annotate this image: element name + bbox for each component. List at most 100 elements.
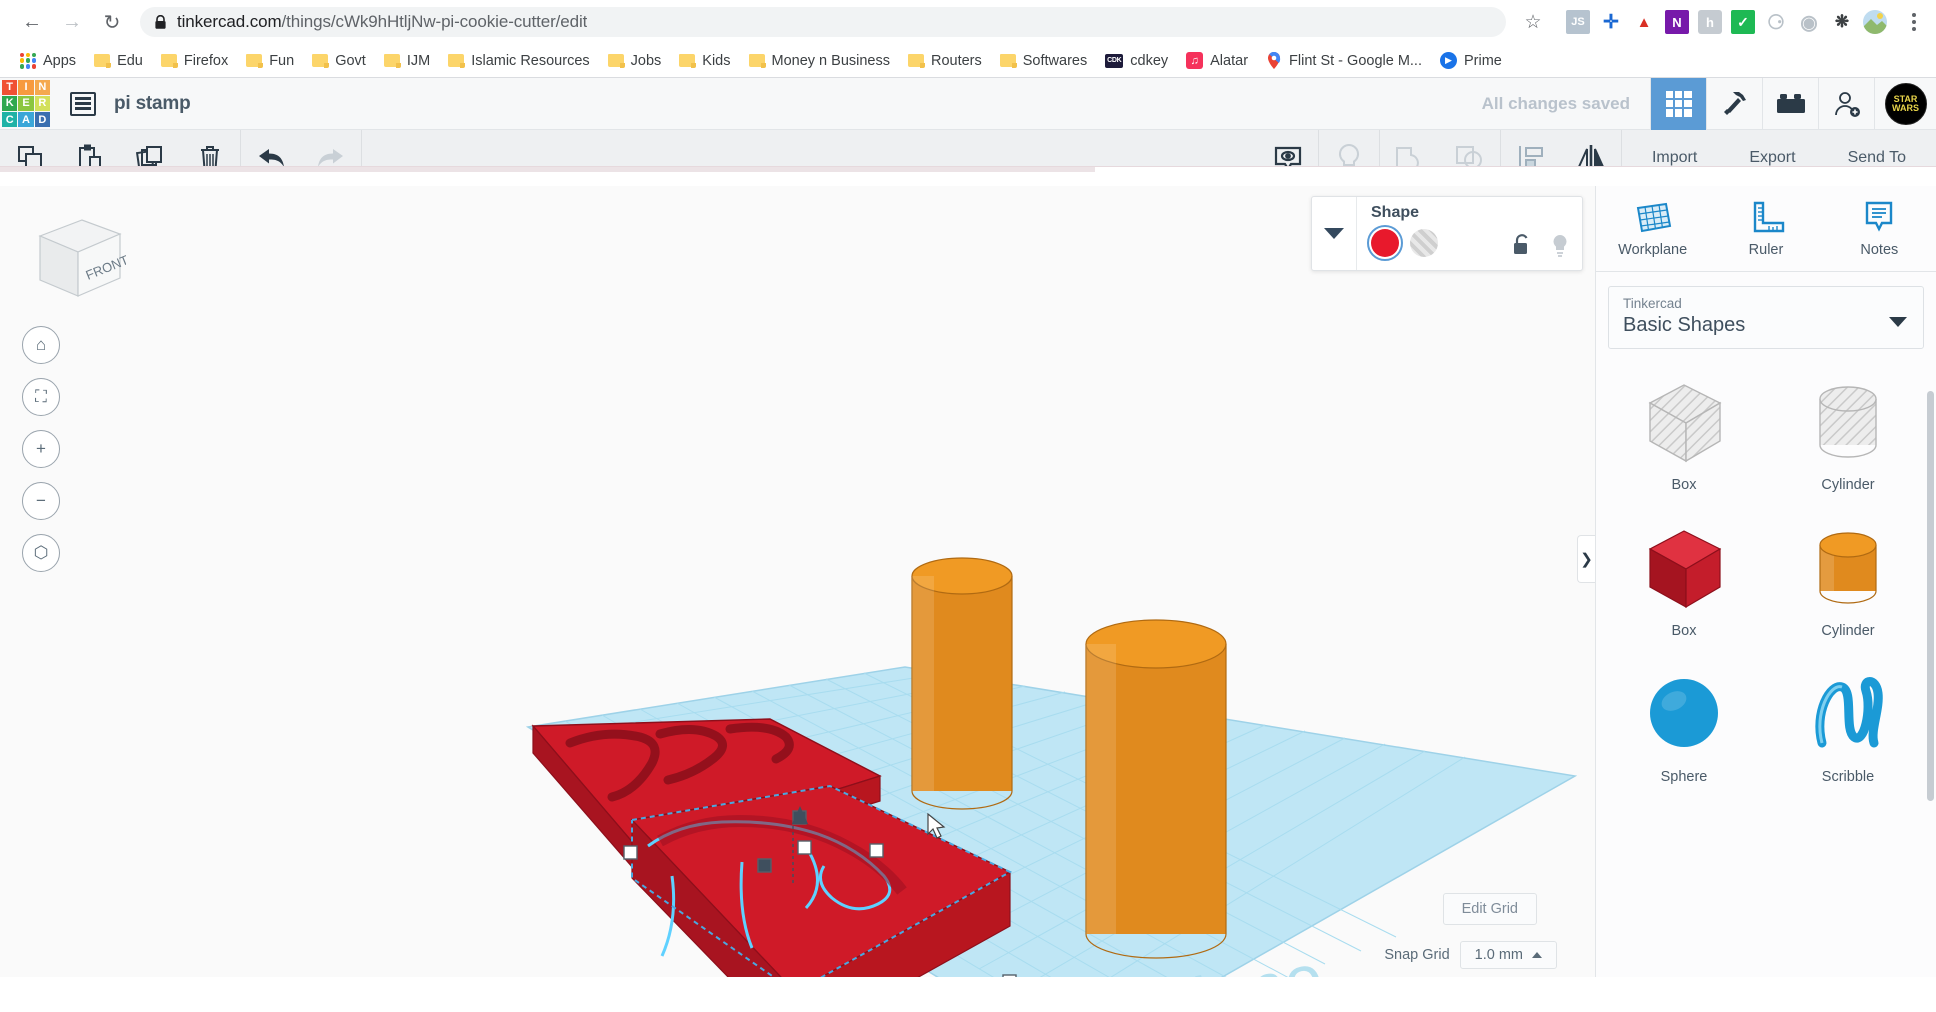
side-panel-scrollbar[interactable] (1927, 391, 1934, 801)
caret-down-icon[interactable] (1312, 197, 1356, 270)
chat-bubble-extension-icon[interactable]: ⚆ (1764, 10, 1788, 34)
grammarly-extension-icon[interactable]: ◉ (1797, 10, 1821, 34)
puzzle-extensions-icon[interactable]: ❋ (1830, 10, 1854, 34)
3d-viewport[interactable]: Workplane (0, 186, 1595, 977)
minecraft-pickaxe-icon[interactable] (1706, 78, 1762, 130)
shape-item-sphere[interactable]: Sphere (1602, 655, 1766, 801)
shape-item-cylinder-hole[interactable]: Cylinder (1766, 363, 1930, 509)
bookmark-apps[interactable]: Apps (12, 49, 84, 73)
bookmark-fun[interactable]: Fun (238, 49, 302, 73)
avatar[interactable]: STAR WARS (1874, 78, 1936, 130)
blue-target-extension-icon[interactable]: ✛ (1599, 10, 1623, 34)
adobe-pro-extension-icon[interactable]: ▲ (1632, 10, 1656, 34)
prime-video-icon: ▶ (1440, 52, 1457, 69)
ortho-perspective-toggle[interactable]: ⬡ (22, 534, 60, 572)
bookmark-govt[interactable]: Govt (304, 49, 374, 73)
lightbulb-icon[interactable] (1550, 233, 1570, 259)
back-arrow-icon[interactable]: ← (14, 4, 50, 40)
view-cube[interactable]: FRONT (32, 214, 126, 302)
zoom-in-button[interactable]: + (22, 430, 60, 468)
profile-avatar[interactable] (1863, 10, 1887, 34)
shape-item-box-hole[interactable]: Box (1602, 363, 1766, 509)
tab-workplane[interactable]: Workplane (1596, 186, 1709, 271)
bookmark-label: Firefox (184, 53, 228, 69)
tab-notes[interactable]: Notes (1823, 186, 1936, 271)
shape-item-scribble[interactable]: Scribble (1766, 655, 1930, 801)
folder-icon (908, 54, 924, 67)
shape-inspector-popup[interactable]: Shape (1311, 196, 1583, 271)
cdkey-icon: CDK (1105, 54, 1123, 68)
snap-grid-label: Snap Grid (1384, 947, 1449, 963)
bookmark-ijm[interactable]: IJM (376, 49, 438, 73)
bottom-status-strip (0, 166, 1936, 186)
shape-label: Cylinder (1821, 623, 1874, 639)
address-bar[interactable]: tinkercad.com/things/cWk9hHtljNw-pi-cook… (140, 7, 1506, 37)
chrome-menu-icon[interactable] (1896, 13, 1922, 31)
folder-icon (246, 54, 262, 67)
shape-item-cylinder[interactable]: Cylinder (1766, 509, 1930, 655)
shape-label: Sphere (1661, 769, 1708, 785)
folder-icon (161, 54, 177, 67)
onenote-extension-icon[interactable]: N (1665, 10, 1689, 34)
snap-grid-control: Snap Grid 1.0 mm (1384, 941, 1557, 969)
bookmark-prime[interactable]: ▶ Prime (1432, 48, 1510, 73)
checkmark-extension-icon[interactable]: ✓ (1731, 10, 1755, 34)
bookmark-edu[interactable]: Edu (86, 49, 151, 73)
bookmark-star-icon[interactable]: ☆ (1516, 5, 1550, 39)
solid-color-swatch[interactable] (1371, 229, 1399, 257)
logo-tile: A (18, 112, 33, 127)
apps-grid-icon (20, 53, 36, 69)
bookmark-label: Money n Business (772, 53, 890, 69)
bookmark-cdkey[interactable]: CDK cdkey (1097, 49, 1176, 73)
zoom-out-button[interactable]: − (22, 482, 60, 520)
unlock-icon[interactable] (1512, 234, 1532, 258)
bookmark-money-n-business[interactable]: Money n Business (741, 49, 898, 73)
bookmark-label: Govt (335, 53, 366, 69)
browser-url-row: ← → ↻ tinkercad.com/things/cWk9hHtljNw-p… (0, 0, 1936, 44)
folder-icon (448, 54, 464, 67)
add-person-icon[interactable] (1818, 78, 1874, 130)
bookmark-islamic-resources[interactable]: Islamic Resources (440, 49, 597, 73)
reload-icon[interactable]: ↻ (94, 4, 130, 40)
honey-extension-icon[interactable]: h (1698, 10, 1722, 34)
js-extension-icon[interactable]: JS (1566, 10, 1590, 34)
bookmark-flint-st-google-maps[interactable]: Flint St - Google M... (1258, 48, 1430, 73)
fit-to-view-button[interactable]: ⛶ (22, 378, 60, 416)
snap-grid-value: 1.0 mm (1475, 947, 1523, 963)
bookmark-jobs[interactable]: Jobs (600, 49, 670, 73)
url-domain: tinkercad.com (177, 12, 282, 31)
home-view-button[interactable]: ⌂ (22, 326, 60, 364)
snap-grid-select[interactable]: 1.0 mm (1460, 941, 1557, 969)
tab-ruler[interactable]: Ruler (1709, 186, 1822, 271)
forward-arrow-icon[interactable]: → (54, 4, 90, 40)
document-list-icon[interactable] (70, 92, 96, 116)
folder-icon (608, 54, 624, 67)
page-title[interactable]: pi stamp (114, 93, 191, 115)
bookmark-kids[interactable]: Kids (671, 49, 738, 73)
lego-brick-icon[interactable] (1762, 78, 1818, 130)
bookmarks-bar: Apps Edu Firefox Fun Govt IJM Islamic Re… (0, 44, 1936, 78)
hole-swatch[interactable] (1410, 229, 1438, 257)
shape-library-select[interactable]: Tinkercad Basic Shapes (1608, 286, 1924, 349)
bookmark-softwares[interactable]: Softwares (992, 49, 1095, 73)
shape-label: Box (1672, 477, 1697, 493)
cylinder-solid-icon (1800, 523, 1896, 615)
edit-grid-button[interactable]: Edit Grid (1443, 893, 1537, 925)
bookmark-alatar[interactable]: ♫ Alatar (1178, 48, 1256, 73)
bookmark-label: Alatar (1210, 53, 1248, 69)
shape-item-box[interactable]: Box (1602, 509, 1766, 655)
logo-tile: I (18, 80, 33, 95)
bookmark-label: Softwares (1023, 53, 1087, 69)
panel-collapse-arrow[interactable]: ❯ (1577, 535, 1595, 583)
grid-3d-design-icon[interactable] (1650, 78, 1706, 130)
shape-popup-title: Shape (1371, 204, 1570, 222)
chevron-down-icon (1889, 317, 1907, 327)
library-owner: Tinkercad (1623, 296, 1909, 311)
logo-tile: E (18, 96, 33, 111)
tinkercad-logo[interactable]: T I N K E R C A D (2, 80, 50, 128)
bookmark-routers[interactable]: Routers (900, 49, 990, 73)
bookmark-firefox[interactable]: Firefox (153, 49, 236, 73)
bookmark-label: Kids (702, 53, 730, 69)
bookmark-label: Fun (269, 53, 294, 69)
logo-tile: D (35, 112, 50, 127)
